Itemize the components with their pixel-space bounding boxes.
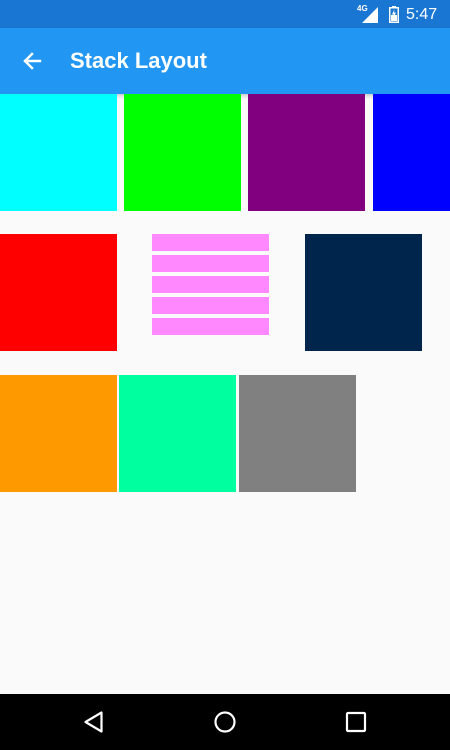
signal-icon — [362, 7, 378, 23]
home-circle-icon — [214, 711, 236, 733]
pink-stripe — [152, 234, 269, 251]
blue-box — [373, 94, 450, 211]
battery-icon — [389, 6, 399, 23]
mint-box — [119, 375, 236, 492]
stack-layout-content — [0, 94, 450, 694]
cyan-box — [0, 94, 117, 211]
orange-box — [0, 375, 117, 492]
pink-stripe — [152, 255, 269, 272]
back-triangle-icon — [84, 711, 103, 733]
status-bar: 4G 5:47 — [0, 0, 450, 28]
recents-square-icon — [345, 711, 367, 733]
pink-stripe — [152, 276, 269, 293]
page-title: Stack Layout — [70, 48, 207, 73]
nav-recents-button[interactable] — [336, 702, 376, 742]
pink-stripe — [152, 318, 269, 335]
arrow-left-icon — [23, 52, 42, 70]
green-box — [124, 94, 241, 211]
purple-box — [248, 94, 365, 211]
app-bar: Stack Layout — [0, 28, 450, 94]
red-box — [0, 234, 117, 351]
pink-stripe — [152, 297, 269, 314]
clock: 5:47 — [406, 6, 438, 23]
gray-box — [239, 375, 356, 492]
nav-home-button[interactable] — [205, 702, 245, 742]
back-button[interactable] — [12, 41, 52, 81]
navigation-bar — [0, 694, 450, 750]
nav-back-button[interactable] — [74, 702, 114, 742]
navy-box — [305, 234, 422, 351]
